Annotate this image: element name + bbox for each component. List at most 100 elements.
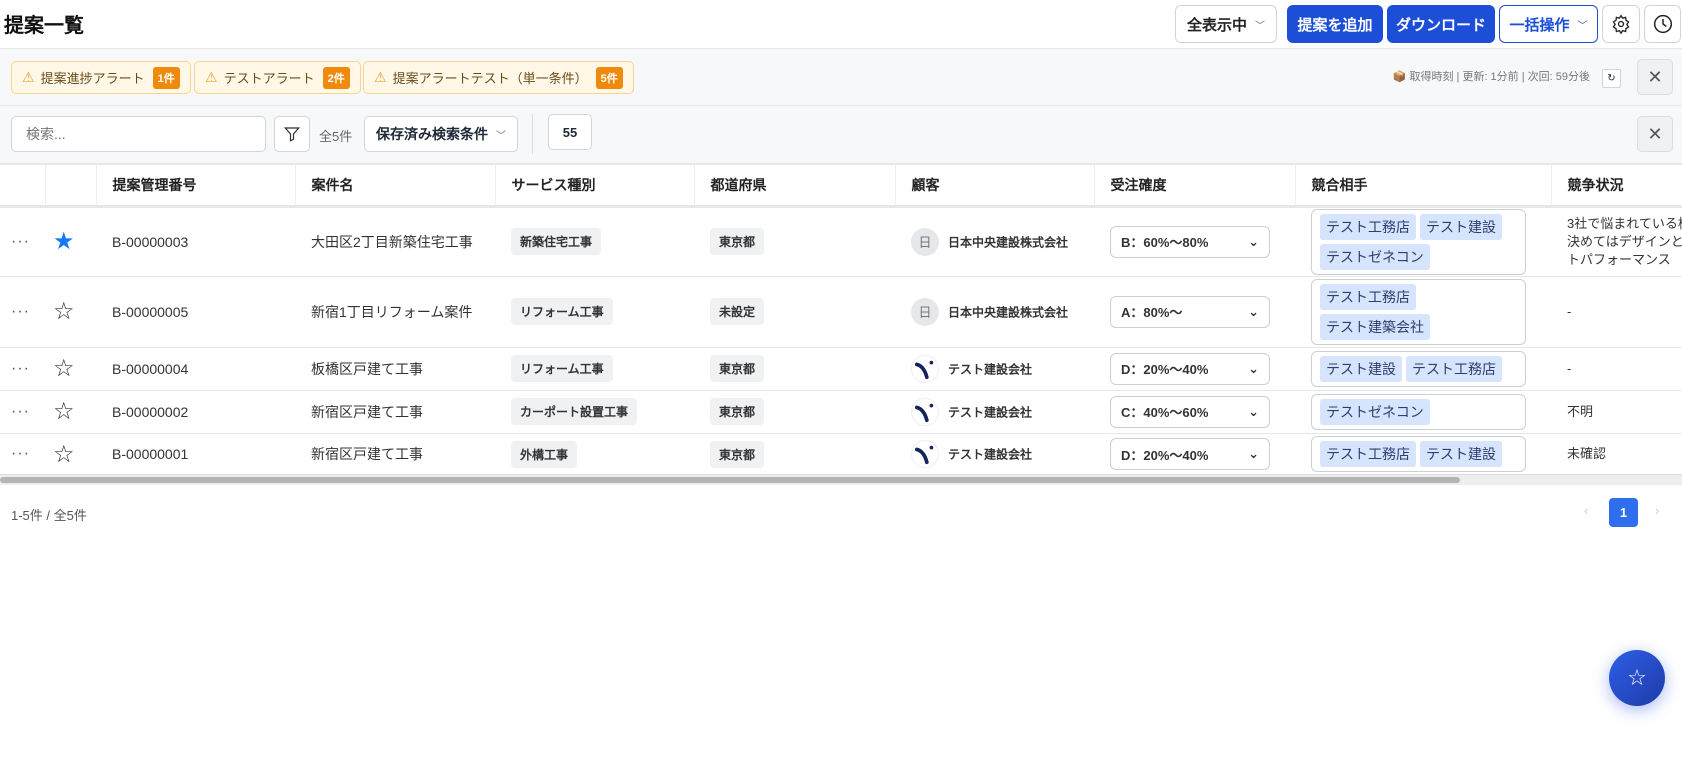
- row-menu-button[interactable]: ···: [0, 206, 45, 277]
- customer-avatar: 日: [911, 297, 939, 326]
- alert-chip[interactable]: ⚠ テストアラート 2件: [194, 61, 361, 94]
- prefecture-tag: 東京都: [710, 228, 765, 255]
- column-header[interactable]: 競合相手: [1294, 163, 1551, 208]
- row-menu-button[interactable]: ···: [0, 390, 45, 434]
- table-row[interactable]: ··· ★ B-00000003 大田区2丁目新築住宅工事 新築住宅工事 東京都…: [0, 206, 1682, 277]
- favorite-toggle[interactable]: ☆: [45, 390, 96, 434]
- favorite-toggle[interactable]: ☆: [45, 433, 96, 476]
- settings-button[interactable]: [1602, 5, 1640, 43]
- proposal-id[interactable]: B-00000002: [96, 390, 295, 434]
- column-header[interactable]: 受注確度: [1093, 163, 1295, 208]
- page-size-button[interactable]: 55: [548, 114, 592, 150]
- row-menu-button[interactable]: ···: [0, 433, 45, 476]
- history-button[interactable]: [1644, 5, 1681, 43]
- scrollbar-thumb[interactable]: [0, 477, 1460, 483]
- row-menu-button[interactable]: ···: [0, 276, 45, 348]
- alert-count: 1件: [152, 66, 180, 89]
- filter-icon: [283, 127, 301, 142]
- chevron-down-icon: ⌄: [1248, 403, 1259, 419]
- probability-value: A：80%〜: [1121, 305, 1183, 320]
- alert-chip[interactable]: ⚠ 提案進捗アラート 1件: [11, 61, 191, 94]
- more-horizontal-icon: ···: [11, 402, 30, 420]
- project-name[interactable]: 大田区2丁目新築住宅工事: [295, 206, 495, 277]
- table-row[interactable]: ··· ☆ B-00000002 新宿区戸建て工事 カーポート設置工事 東京都 …: [0, 390, 1682, 434]
- favorite-toggle[interactable]: ☆: [45, 347, 96, 391]
- prev-page-button[interactable]: ‹: [1584, 503, 1588, 518]
- proposal-id[interactable]: B-00000005: [96, 276, 295, 348]
- customer-name: テスト建設会社: [948, 362, 1033, 376]
- add-proposal-button[interactable]: 提案を追加: [1287, 5, 1383, 43]
- table-row[interactable]: ··· ☆ B-00000004 板橋区戸建て工事 リフォーム工事 東京都 テス…: [0, 347, 1682, 391]
- competition-status: -: [1551, 276, 1682, 348]
- table-row[interactable]: ··· ☆ B-00000005 新宿1丁目リフォーム案件 リフォーム工事 未設…: [0, 276, 1682, 348]
- page-button[interactable]: 1: [1609, 498, 1638, 527]
- horizontal-scrollbar[interactable]: [0, 474, 1682, 485]
- probability-value: C：40%〜60%: [1121, 405, 1209, 420]
- customer-name: テスト建設会社: [948, 447, 1033, 462]
- competitors-field[interactable]: テスト工務店 テスト建築会社: [1311, 278, 1526, 345]
- alert-count: 2件: [322, 66, 350, 89]
- search-input[interactable]: [11, 116, 266, 152]
- bulk-actions-button[interactable]: 一括操作 ﹀: [1499, 5, 1598, 43]
- competitor-tag: テスト建築会社: [1320, 313, 1430, 340]
- column-header[interactable]: 顧客: [894, 163, 1094, 208]
- probability-select[interactable]: D：20%〜40% ⌄: [1110, 352, 1270, 385]
- column-header[interactable]: 都道府県: [693, 163, 895, 208]
- clear-search-button[interactable]: ✕: [1637, 116, 1673, 152]
- close-icon: ✕: [1647, 123, 1663, 144]
- competitor-tag: テスト工務店: [1320, 441, 1416, 467]
- proposal-id[interactable]: B-00000003: [96, 206, 295, 277]
- probability-select[interactable]: C：40%〜60% ⌄: [1110, 395, 1270, 428]
- refresh-button[interactable]: ↻: [1602, 69, 1621, 88]
- proposal-table: 提案管理番号 案件名 サービス種別 都道府県 顧客 受注確度 競合相手 競争状況…: [0, 163, 1682, 476]
- view-filter-dropdown[interactable]: 全表示中 ﹀: [1175, 5, 1277, 43]
- column-header[interactable]: サービス種別: [494, 163, 694, 208]
- competitors-field[interactable]: テスト建設 テスト工務店: [1311, 350, 1526, 387]
- total-count: 全5件: [319, 129, 353, 144]
- more-horizontal-icon: ···: [11, 445, 30, 462]
- warning-icon: ⚠: [22, 69, 35, 85]
- competitor-tag: テスト工務店: [1320, 213, 1416, 240]
- next-page-button[interactable]: ›: [1655, 503, 1659, 518]
- row-menu-button[interactable]: ···: [0, 347, 45, 391]
- competitor-tag: テスト工務店: [1320, 283, 1416, 310]
- column-header[interactable]: 案件名: [294, 163, 495, 208]
- favorites-fab[interactable]: ☆: [1609, 650, 1665, 706]
- project-name[interactable]: 新宿1丁目リフォーム案件: [295, 276, 495, 348]
- customer-avatar: [911, 354, 939, 383]
- service-tag: 外構工事: [511, 440, 578, 468]
- table-row[interactable]: ··· ☆ B-00000001 新宿区戸建て工事 外構工事 東京都 テスト建設…: [0, 433, 1682, 476]
- favorite-toggle[interactable]: ★: [45, 206, 96, 277]
- star-icon: ☆: [53, 398, 75, 425]
- competitor-tag: テストゼネコン: [1320, 398, 1430, 425]
- proposal-id[interactable]: B-00000004: [96, 347, 295, 391]
- probability-value: B：60%〜80%: [1121, 235, 1209, 250]
- column-header[interactable]: 提案管理番号: [95, 163, 295, 208]
- alert-chip[interactable]: ⚠ 提案アラートテスト（単一条件） 5件: [363, 61, 634, 94]
- star-icon: ☆: [1627, 665, 1647, 690]
- column-header[interactable]: 競争状況: [1550, 163, 1682, 208]
- project-name[interactable]: 板橋区戸建て工事: [295, 347, 495, 391]
- competitor-tag: テスト工務店: [1406, 355, 1502, 382]
- competitors-field[interactable]: テストゼネコン: [1311, 393, 1526, 430]
- alert-label: 提案アラートテスト（単一条件）: [392, 71, 588, 86]
- proposal-id[interactable]: B-00000001: [96, 433, 295, 476]
- competitors-field[interactable]: テスト工務店 テスト建設: [1311, 436, 1526, 472]
- favorite-toggle[interactable]: ☆: [45, 276, 96, 348]
- divider: [532, 114, 533, 154]
- search-bar: 全5件 保存済み検索条件 ﹀ 55 ✕: [0, 106, 1682, 163]
- view-filter-label: 全表示中: [1186, 16, 1247, 34]
- filter-button[interactable]: [274, 116, 310, 152]
- probability-select[interactable]: D：20%〜40% ⌄: [1110, 438, 1270, 470]
- project-name[interactable]: 新宿区戸建て工事: [295, 390, 495, 434]
- close-alerts-button[interactable]: ✕: [1637, 59, 1673, 95]
- customer-name: テスト建設会社: [948, 405, 1033, 419]
- probability-select[interactable]: B：60%〜80% ⌄: [1110, 225, 1270, 258]
- saved-filter-dropdown[interactable]: 保存済み検索条件 ﹀: [364, 116, 518, 152]
- download-button[interactable]: ダウンロード: [1387, 5, 1495, 43]
- probability-select[interactable]: A：80%〜 ⌄: [1110, 295, 1270, 328]
- project-name[interactable]: 新宿区戸建て工事: [295, 433, 495, 476]
- gear-icon: [1612, 14, 1630, 34]
- alert-label: テストアラート: [223, 71, 315, 86]
- competitors-field[interactable]: テスト工務店 テスト建設 テストゼネコン: [1311, 208, 1526, 275]
